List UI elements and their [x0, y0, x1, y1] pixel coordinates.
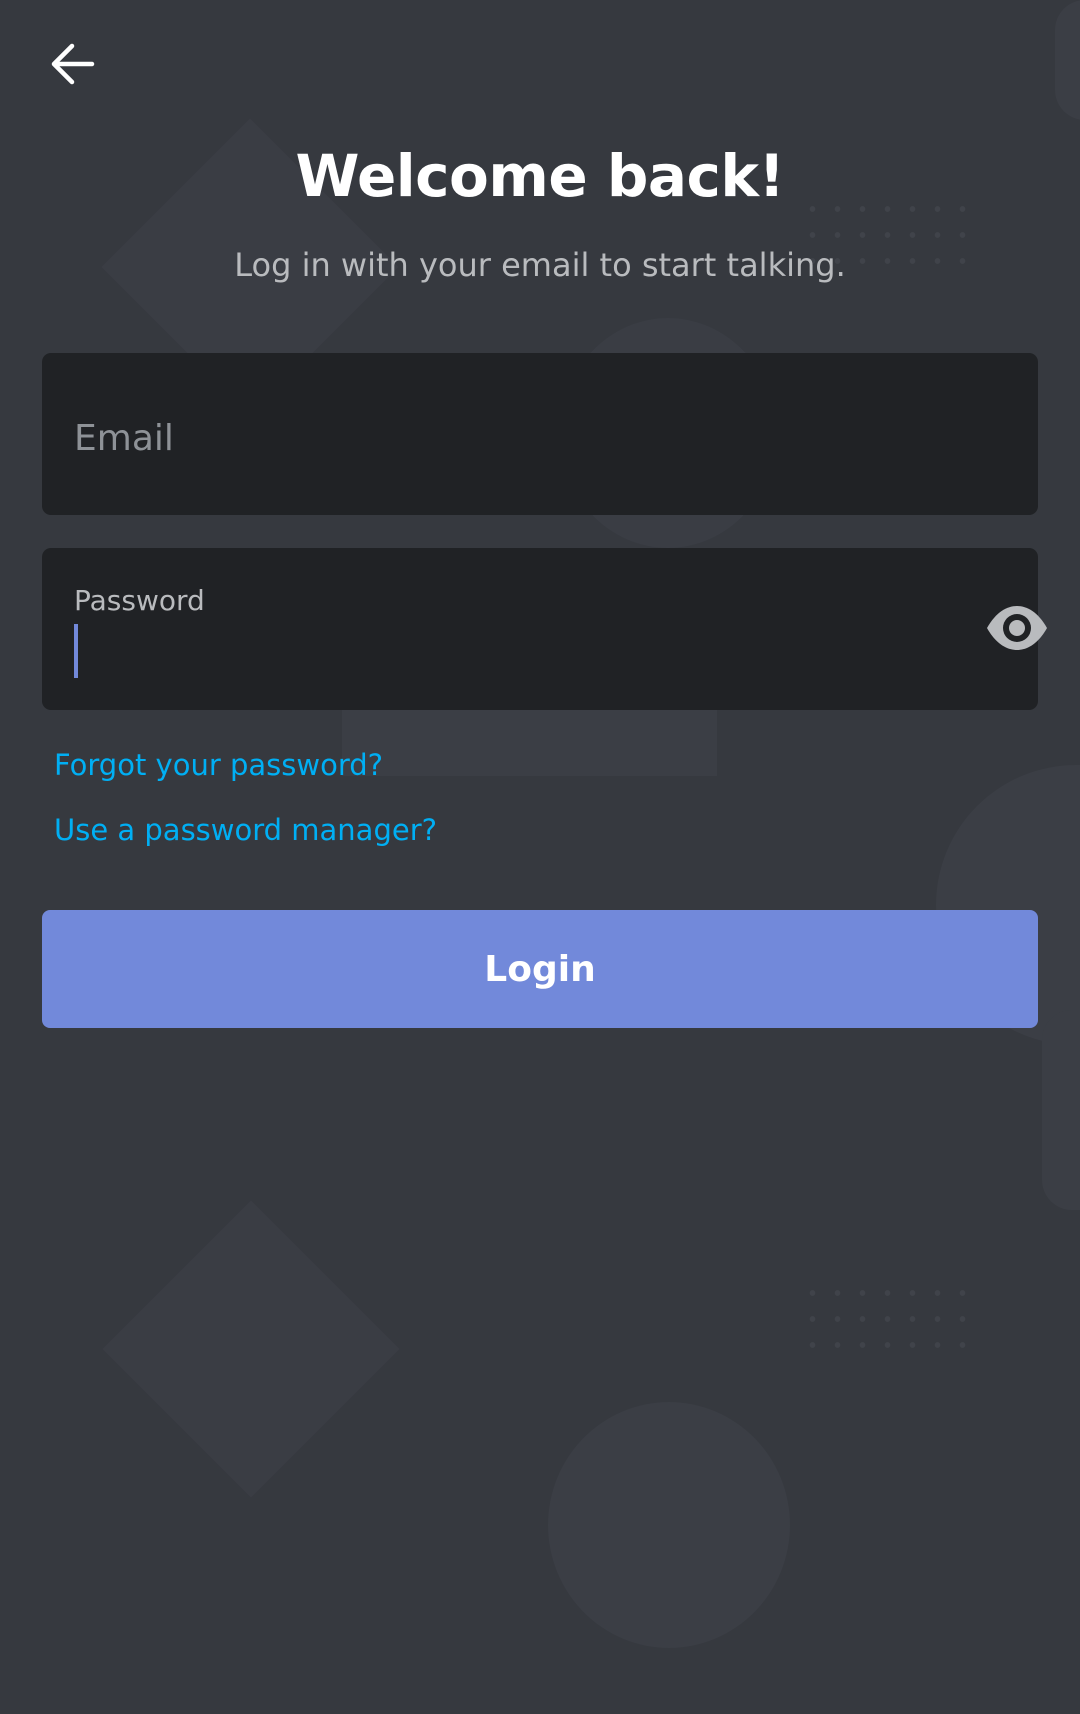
page-subtitle: Log in with your email to start talking.: [234, 246, 846, 284]
forgot-password-link[interactable]: Forgot your password?: [54, 748, 383, 782]
background-dot-grid-bottom: [800, 1280, 975, 1350]
eye-icon: [987, 606, 1047, 650]
password-field-container[interactable]: Password: [42, 548, 1047, 710]
back-button[interactable]: [46, 36, 102, 92]
email-field-container[interactable]: [42, 353, 1038, 515]
arrow-left-icon: [51, 43, 95, 85]
email-input[interactable]: [74, 408, 874, 468]
password-label: Password: [74, 584, 205, 617]
password-manager-link[interactable]: Use a password manager?: [54, 813, 437, 847]
text-caret: [74, 624, 78, 678]
background-rect-shape: [342, 700, 717, 776]
background-crescent-shape: [1055, 0, 1080, 120]
background-circle-shape-bottom: [548, 1402, 790, 1648]
login-screen: Welcome back! Log in with your email to …: [0, 0, 1080, 1714]
background-diamond-shape-bottom: [102, 1200, 400, 1498]
show-password-button[interactable]: [982, 600, 1052, 656]
password-input[interactable]: [82, 624, 882, 678]
page-title: Welcome back!: [295, 142, 785, 210]
login-button[interactable]: Login: [42, 910, 1038, 1028]
background-crescent-shape-right: [1042, 1010, 1080, 1210]
